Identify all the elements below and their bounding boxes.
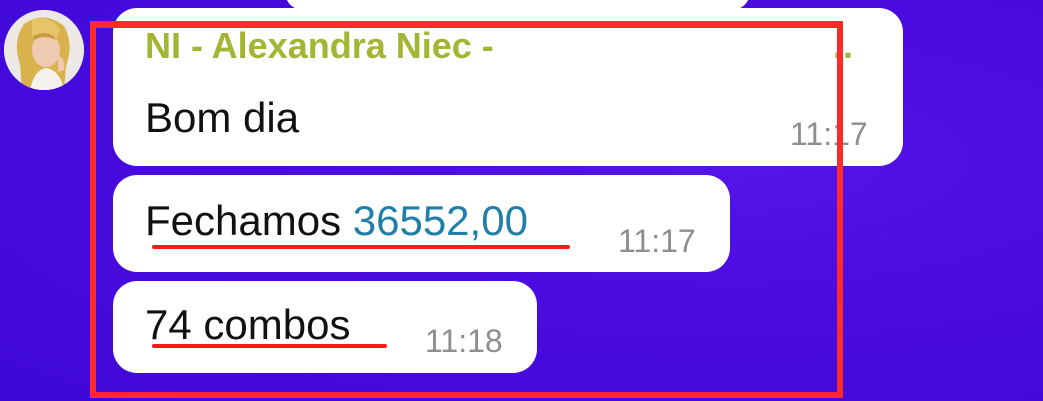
sender-avatar[interactable] <box>4 10 84 90</box>
avatar-photo-icon <box>4 10 84 90</box>
message-text: Bom dia <box>145 94 300 141</box>
message-bubble[interactable]: Fechamos 36552,00 11:17 <box>113 175 730 272</box>
amount-link[interactable]: 36552,00 <box>353 197 528 244</box>
message-bubble[interactable]: 74 combos 11:18 <box>113 281 537 373</box>
sender-name[interactable]: NI - Alexandra Niec - <box>145 25 494 67</box>
sender-name-truncation: .. <box>833 25 854 66</box>
message-text: Fechamos 36552,00 <box>145 197 528 245</box>
message-time: 11:18 <box>425 323 503 359</box>
message-text-prefix: Fechamos <box>145 197 353 244</box>
message-time: 11:17 <box>790 116 868 152</box>
message-bubble[interactable]: NI - Alexandra Niec - .. Bom dia 11:17 <box>113 8 903 166</box>
annotation-underline <box>152 245 570 249</box>
message-text: 74 combos <box>145 301 351 348</box>
message-time: 11:17 <box>618 223 696 259</box>
annotation-underline <box>152 344 387 348</box>
